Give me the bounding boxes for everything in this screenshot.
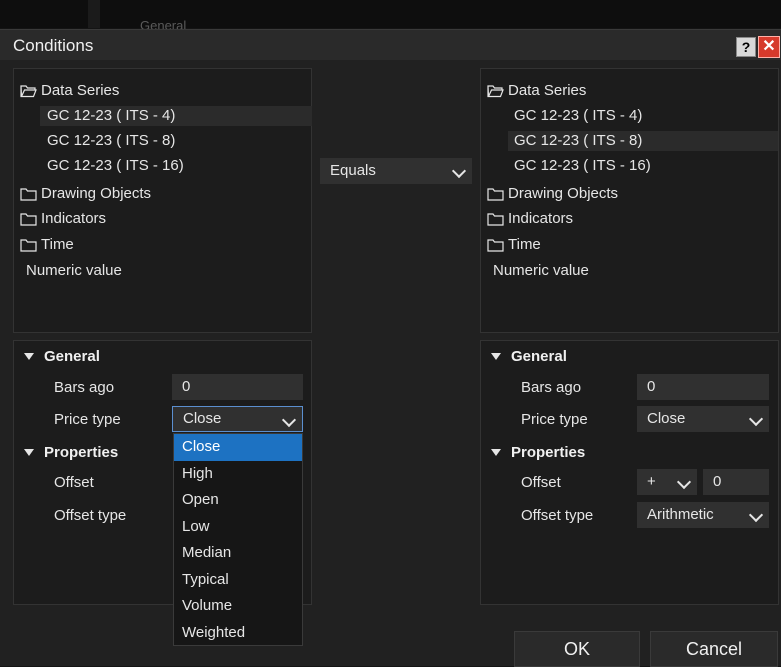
price-type-option[interactable]: High <box>174 461 302 488</box>
right-data-series-label: Data Series <box>508 82 587 99</box>
folder-icon <box>487 187 504 201</box>
right-bars-ago-label: Bars ago <box>521 379 582 396</box>
left-general-header[interactable]: General <box>24 348 100 365</box>
left-tree-panel: Data Series GC 12-23 ( ITS - 4) GC 12-23… <box>13 68 312 333</box>
right-general-header[interactable]: General <box>491 348 567 365</box>
right-offset-type-select[interactable]: Arithmetic <box>637 502 769 528</box>
right-price-type-select[interactable]: Close <box>637 406 769 432</box>
folder-icon <box>487 212 504 226</box>
background-window: General <box>0 0 781 33</box>
dialog-titlebar: Conditions ? ✕ <box>0 30 781 60</box>
folder-open-icon <box>487 84 504 98</box>
price-type-option[interactable]: Low <box>174 514 302 541</box>
left-offset-label: Offset <box>54 474 94 491</box>
right-series-item[interactable]: GC 12-23 ( ITS - 16) <box>514 156 651 176</box>
right-tree-panel: Data Series GC 12-23 ( ITS - 4) GC 12-23… <box>480 68 779 333</box>
collapse-triangle-icon <box>24 353 34 360</box>
left-general-label: General <box>44 348 100 365</box>
left-price-type-label: Price type <box>54 411 121 428</box>
chevron-down-icon <box>676 474 692 490</box>
collapse-triangle-icon <box>24 449 34 456</box>
price-type-option[interactable]: Weighted <box>174 620 302 647</box>
left-drawing-objects-label: Drawing Objects <box>41 185 152 202</box>
chevron-down-icon <box>748 507 764 523</box>
price-type-option[interactable]: Close <box>174 434 302 461</box>
right-time-label: Time <box>508 236 541 253</box>
left-offset-type-label: Offset type <box>54 507 127 524</box>
right-offset-sign-select[interactable]: + <box>637 469 697 495</box>
chevron-down-icon <box>748 411 764 427</box>
right-time-node[interactable]: Time <box>487 235 541 255</box>
left-properties-header[interactable]: Properties <box>24 444 118 461</box>
help-button[interactable]: ? <box>736 37 756 57</box>
price-type-option[interactable]: Typical <box>174 567 302 594</box>
operator-value: Equals <box>330 162 376 179</box>
cancel-button[interactable]: Cancel <box>650 631 778 667</box>
right-indicators-label: Indicators <box>508 210 574 227</box>
right-bars-ago-input[interactable]: 0 <box>637 374 769 400</box>
left-bars-ago-label: Bars ago <box>54 379 115 396</box>
right-offset-type-value: Arithmetic <box>647 506 714 523</box>
left-series-item[interactable]: GC 12-23 ( ITS - 4) <box>40 106 312 126</box>
price-type-option[interactable]: Open <box>174 487 302 514</box>
left-series-item[interactable]: GC 12-23 ( ITS - 8) <box>47 131 175 151</box>
close-button[interactable]: ✕ <box>758 36 780 58</box>
left-time-label: Time <box>41 236 74 253</box>
right-offset-label: Offset <box>521 474 561 491</box>
right-offset-sign-value: + <box>647 473 656 490</box>
right-price-type-label: Price type <box>521 411 588 428</box>
left-numeric-value-node[interactable]: Numeric value <box>26 261 122 281</box>
folder-open-icon <box>20 84 37 98</box>
right-indicators-node[interactable]: Indicators <box>487 209 573 229</box>
price-type-dropdown-list: Close High Open Low Median Typical Volum… <box>173 433 303 646</box>
left-bars-ago-input[interactable]: 0 <box>172 374 303 400</box>
right-offset-value-input[interactable]: 0 <box>703 469 769 495</box>
left-data-series-label: Data Series <box>41 82 120 99</box>
collapse-triangle-icon <box>491 449 501 456</box>
left-series-item[interactable]: GC 12-23 ( ITS - 16) <box>47 156 184 176</box>
folder-icon <box>487 238 504 252</box>
ok-button[interactable]: OK <box>514 631 640 667</box>
right-numeric-value-node[interactable]: Numeric value <box>493 261 589 281</box>
right-general-label: General <box>511 348 567 365</box>
left-properties-label: Properties <box>44 444 119 461</box>
chevron-down-icon <box>281 412 297 428</box>
folder-icon <box>20 212 37 226</box>
right-data-series-node[interactable]: Data Series <box>487 81 586 101</box>
right-drawing-objects-node[interactable]: Drawing Objects <box>487 184 618 204</box>
background-scrollbar <box>88 0 100 28</box>
left-data-series-node[interactable]: Data Series <box>20 81 119 101</box>
dialog-title: Conditions <box>13 36 94 55</box>
folder-icon <box>20 238 37 252</box>
right-series-item[interactable]: GC 12-23 ( ITS - 4) <box>514 106 642 126</box>
left-price-type-select[interactable]: Close <box>172 406 303 432</box>
right-properties-label: Properties <box>511 444 586 461</box>
right-drawing-objects-label: Drawing Objects <box>508 185 619 202</box>
left-price-type-value: Close <box>183 410 222 427</box>
left-drawing-objects-node[interactable]: Drawing Objects <box>20 184 151 204</box>
collapse-triangle-icon <box>491 353 501 360</box>
left-time-node[interactable]: Time <box>20 235 74 255</box>
right-offset-type-label: Offset type <box>521 507 594 524</box>
right-properties-panel: General Bars ago 0 Price type Close Prop… <box>480 340 779 605</box>
chevron-down-icon <box>451 163 467 179</box>
left-indicators-node[interactable]: Indicators <box>20 209 106 229</box>
folder-icon <box>20 187 37 201</box>
right-price-type-value: Close <box>647 410 686 427</box>
right-properties-header[interactable]: Properties <box>491 444 585 461</box>
conditions-dialog: Conditions ? ✕ Data Series GC 12-23 ( IT… <box>0 29 781 667</box>
left-indicators-label: Indicators <box>41 210 107 227</box>
right-series-item[interactable]: GC 12-23 ( ITS - 8) <box>508 131 778 151</box>
price-type-option[interactable]: Volume <box>174 593 302 620</box>
price-type-option[interactable]: Median <box>174 540 302 567</box>
operator-select[interactable]: Equals <box>320 158 472 184</box>
